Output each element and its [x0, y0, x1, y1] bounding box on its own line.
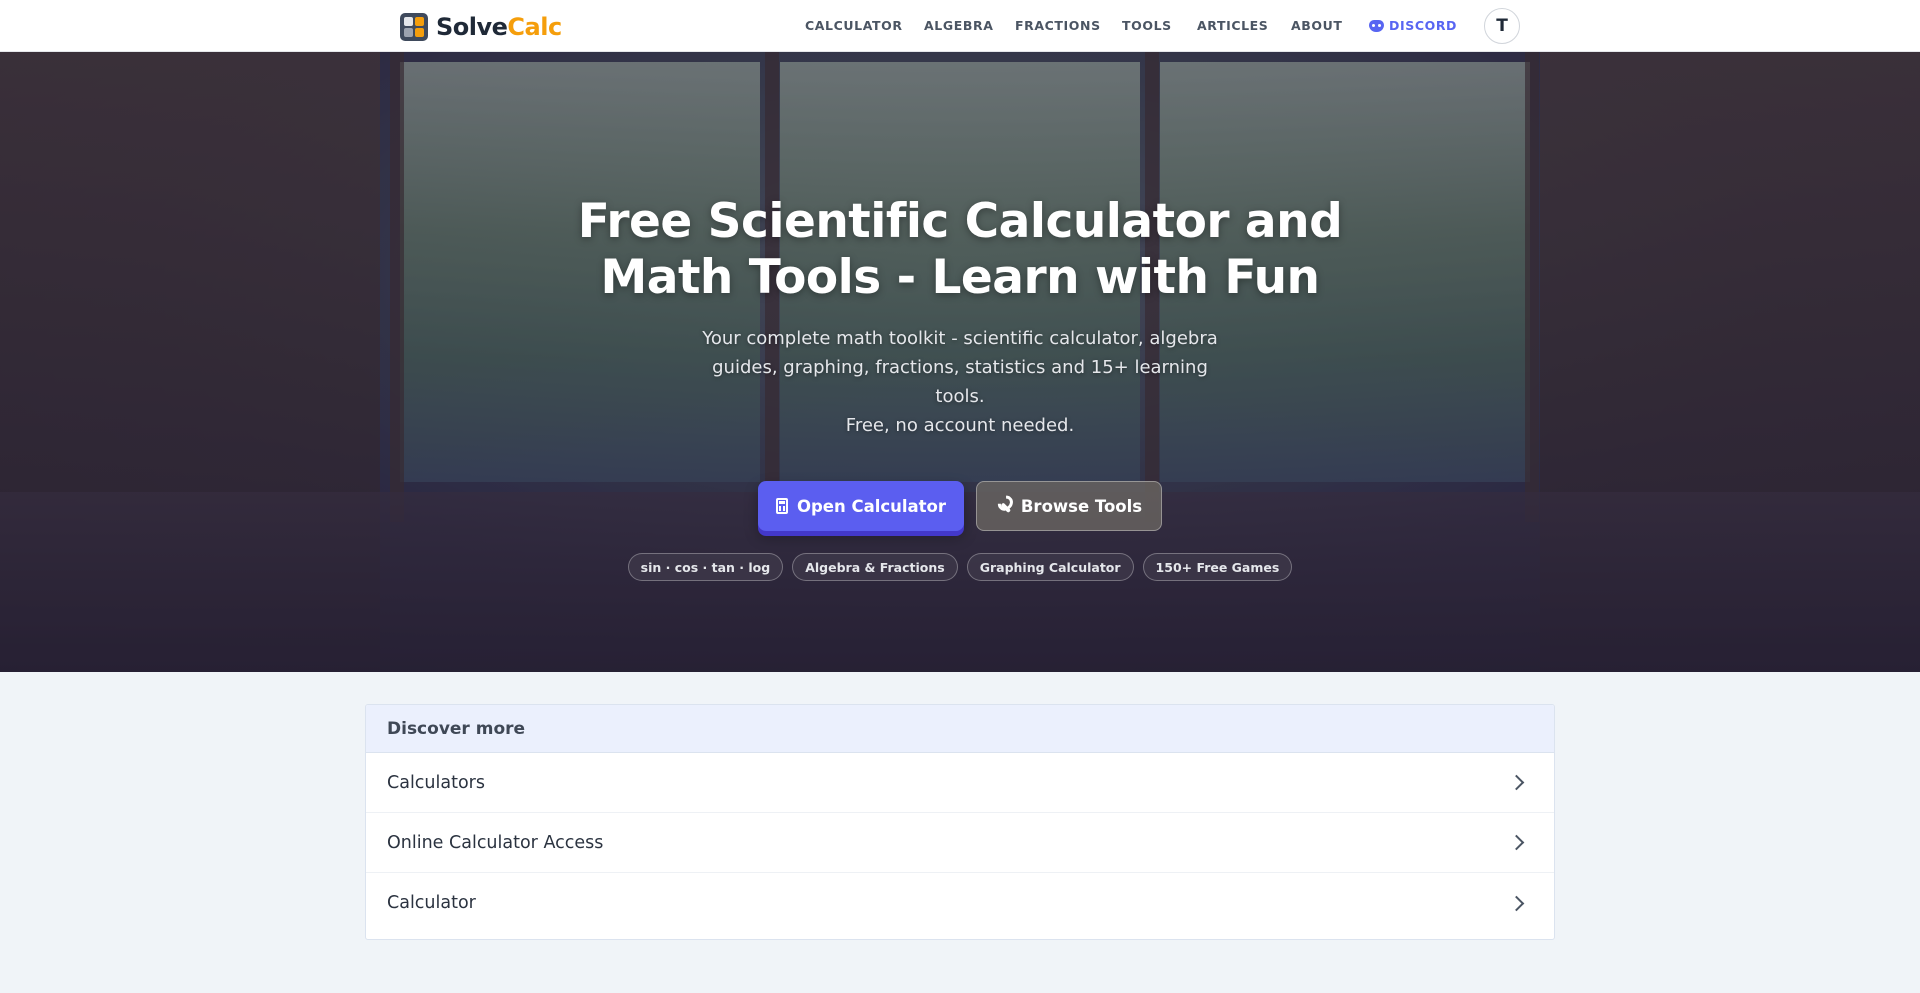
nav-fractions[interactable]: FRACTIONS	[1015, 18, 1101, 33]
open-calculator-label: Open Calculator	[796, 496, 947, 516]
discover-item-label: Online Calculator Access	[387, 832, 604, 853]
discover-more-heading: Discover more	[366, 705, 1554, 753]
logo-text-solve: Solve	[436, 13, 508, 41]
nav-calculator[interactable]: CALCULATOR	[805, 18, 903, 33]
feature-chips: sin · cos · tan · log Algebra & Fraction…	[0, 553, 1920, 581]
nav-about[interactable]: ABOUT	[1291, 18, 1343, 33]
discover-item-label: Calculator	[387, 893, 476, 913]
discover-item-label: Calculators	[387, 772, 485, 793]
chevron-right-icon	[1508, 774, 1525, 791]
nav-algebra[interactable]: ALGEBRA	[924, 18, 993, 33]
logo-text: SolveCalc	[436, 13, 562, 41]
hero-subtitle-line3: Free, no account needed.	[845, 415, 1075, 436]
browse-tools-button[interactable]: Browse Tools	[976, 481, 1162, 531]
logo-calculator-icon	[400, 13, 428, 41]
nav-articles[interactable]: ARTICLES	[1197, 18, 1268, 33]
chevron-right-icon	[1508, 834, 1525, 851]
feature-chip-trig: sin · cos · tan · log	[627, 553, 784, 581]
chevron-right-icon	[1508, 895, 1525, 911]
browse-tools-label: Browse Tools	[1020, 496, 1143, 516]
user-avatar[interactable]: T	[1484, 8, 1520, 44]
discover-more-panel: Discover more Calculators Online Calcula…	[365, 704, 1555, 940]
discord-icon	[1369, 19, 1384, 32]
discover-item-online-calculator-access[interactable]: Online Calculator Access	[366, 813, 1554, 873]
feature-chip-games: 150+ Free Games	[1142, 553, 1293, 581]
discover-item-calculators[interactable]: Calculators	[366, 753, 1554, 813]
nav-discord-label: DISCORD	[1389, 18, 1458, 33]
wrench-icon	[993, 495, 1016, 518]
nav-tools[interactable]: TOOLS	[1122, 18, 1172, 33]
calculator-icon	[775, 498, 788, 514]
feature-chip-graphing: Graphing Calculator	[966, 553, 1134, 581]
hero-subtitle-line2: guides, graphing, fractions, statistics …	[712, 357, 1208, 407]
hero-title-line2: Math Tools - Learn with Fun	[600, 250, 1320, 305]
nav-discord[interactable]: DISCORD	[1369, 18, 1457, 33]
hero-subtitle: Your complete math toolkit - scientific …	[690, 324, 1230, 440]
top-navbar: SolveCalc CALCULATOR ALGEBRA FRACTIONS T…	[0, 0, 1920, 52]
hero-title: Free Scientific Calculator and Math Tool…	[560, 194, 1360, 306]
hero-section: Free Scientific Calculator and Math Tool…	[0, 52, 1920, 672]
hero-title-line1: Free Scientific Calculator and	[577, 194, 1343, 249]
hero-subtitle-line1: Your complete math toolkit - scientific …	[702, 328, 1218, 349]
site-logo[interactable]: SolveCalc	[400, 13, 562, 41]
feature-chip-algebra: Algebra & Fractions	[792, 553, 958, 581]
open-calculator-button[interactable]: Open Calculator	[758, 481, 964, 531]
discover-item-calculator[interactable]: Calculator	[366, 873, 1554, 933]
logo-text-calc: Calc	[507, 13, 562, 41]
